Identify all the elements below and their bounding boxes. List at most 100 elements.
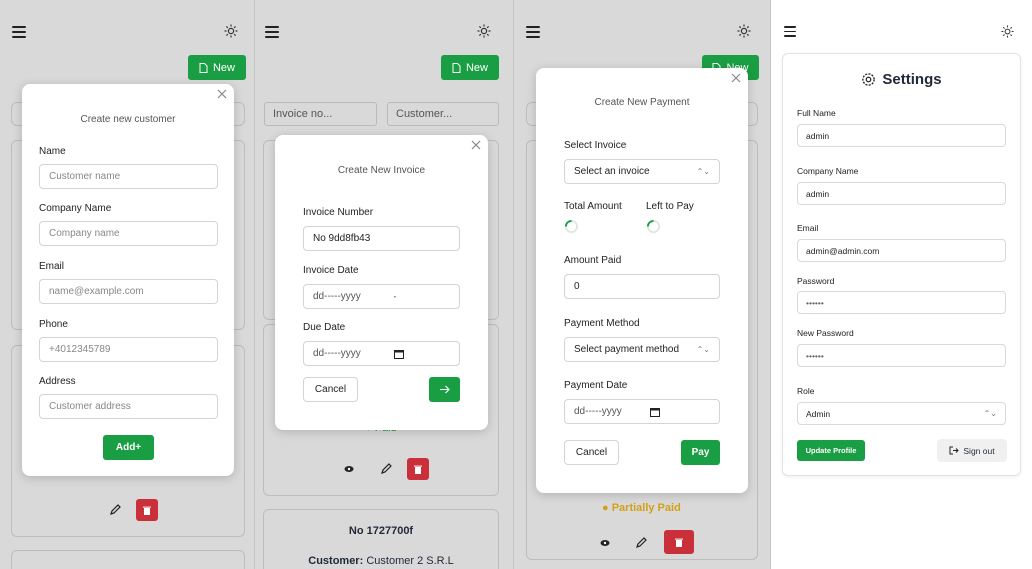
file-icon (452, 62, 461, 73)
modal-title: Create new customer (80, 114, 176, 125)
calendar-icon[interactable] (394, 349, 404, 359)
eye-icon[interactable] (338, 458, 360, 480)
payment-method-dropdown[interactable]: Select payment method ⌃⌄ (564, 337, 720, 362)
menu-icon[interactable] (265, 26, 279, 38)
card-customer-label: Customer: (308, 555, 364, 567)
full-name-input[interactable]: admin (797, 124, 1006, 147)
chevron-updown-icon: ⌃⌄ (983, 409, 997, 418)
new-button[interactable]: New (441, 55, 499, 80)
company-name-input[interactable]: admin (797, 182, 1006, 205)
company-name-label: Company Name (39, 203, 112, 214)
sign-out-label: Sign out (963, 445, 995, 456)
update-profile-button[interactable]: Update Profile (797, 440, 865, 461)
sun-icon[interactable] (1001, 25, 1014, 38)
payment-method-value: Select payment method (574, 344, 680, 355)
invoices-panel: New Invoice no... Customer... ● Paid No … (255, 0, 513, 569)
modal-title: Create New Payment (594, 97, 690, 108)
invoice-date-label: Invoice Date (303, 265, 359, 276)
menu-icon[interactable] (526, 26, 540, 38)
close-icon[interactable] (470, 139, 482, 151)
edit-icon[interactable] (104, 499, 126, 521)
edit-icon[interactable] (375, 458, 397, 480)
page-title: Settings (882, 71, 942, 88)
sun-icon[interactable] (737, 24, 751, 38)
due-date-label: Due Date (303, 322, 346, 333)
email-label: Email (797, 223, 819, 233)
select-invoice-label: Select Invoice (564, 140, 627, 151)
invoice-date-value: dd-----yyyy (313, 291, 361, 302)
create-payment-modal: Create New Payment Select Invoice Select… (536, 68, 748, 493)
left-to-pay-label: Left to Pay (646, 201, 694, 212)
new-button-label: New (212, 61, 235, 74)
invoice-number-input[interactable]: No 9dd8fb43 (303, 226, 460, 251)
menu-icon[interactable] (784, 26, 796, 37)
cancel-button[interactable]: Cancel (303, 377, 358, 402)
add-customer-button[interactable]: Add+ (103, 435, 154, 460)
company-name-label: Company Name (797, 166, 859, 176)
name-input[interactable]: Customer name (39, 164, 218, 189)
new-password-label: New Password (797, 328, 854, 338)
modal-title: Create New Invoice (337, 165, 426, 176)
payment-method-label: Payment Method (564, 318, 640, 329)
select-invoice-dropdown[interactable]: Select an invoice ⌃⌄ (564, 159, 720, 184)
email-label: Email (39, 261, 65, 272)
phone-label: Phone (39, 319, 68, 330)
chevron-updown-icon: ⌃⌄ (696, 345, 710, 354)
password-label: Password (797, 276, 835, 286)
password-input[interactable]: •••••• (797, 291, 1006, 314)
gear-icon (862, 73, 876, 86)
email-input[interactable]: admin@admin.com (797, 239, 1006, 262)
create-invoice-modal: Create New Invoice Invoice Number No 9dd… (275, 135, 488, 430)
arrow-right-icon (440, 385, 450, 394)
pay-button[interactable]: Pay (681, 440, 720, 465)
amount-paid-label: Amount Paid (564, 255, 622, 266)
company-name-input[interactable]: Company name (39, 221, 218, 246)
select-invoice-value: Select an invoice (574, 166, 650, 177)
close-icon[interactable] (730, 72, 742, 84)
calendar-icon[interactable] (650, 407, 660, 417)
customer-card (11, 550, 245, 569)
invoice-date-input[interactable]: dd-----yyyy (303, 284, 460, 309)
status-text: ● Partially Paid (602, 502, 681, 514)
cancel-button[interactable]: Cancel (564, 440, 619, 465)
customer-filter-input[interactable]: Customer... (387, 102, 499, 126)
delete-button[interactable] (136, 499, 158, 521)
next-button[interactable] (429, 377, 460, 402)
delete-button[interactable] (407, 458, 429, 480)
payment-date-label: Payment Date (564, 380, 628, 391)
address-label: Address (39, 376, 76, 387)
new-password-input[interactable]: •••••• (797, 344, 1006, 367)
email-input[interactable]: name@example.com (39, 279, 218, 304)
name-label: Name (39, 146, 66, 157)
role-dropdown[interactable]: Admin ⌃⌄ (797, 402, 1006, 425)
new-button-label: New (465, 61, 488, 74)
address-input[interactable]: Customer address (39, 394, 218, 419)
card-invoice-number: No 1727700f (348, 525, 414, 537)
calendar-icon[interactable] (394, 292, 404, 302)
role-label: Role (797, 386, 815, 396)
sign-out-button[interactable]: Sign out (937, 439, 1007, 462)
menu-icon[interactable] (12, 26, 26, 38)
invoice-filter-input[interactable]: Invoice no... (264, 102, 377, 126)
card-customer: Customer: Customer 2 S.R.L (255, 555, 507, 567)
eye-icon[interactable] (594, 532, 616, 554)
amount-paid-input[interactable]: 0 (564, 274, 720, 299)
sun-icon[interactable] (477, 24, 491, 38)
loading-spinner-icon (564, 219, 579, 234)
sun-icon[interactable] (224, 24, 238, 38)
payment-date-input[interactable]: dd-----yyyy (564, 399, 720, 424)
edit-icon[interactable] (630, 532, 652, 554)
card-customer-value: Customer 2 S.R.L (366, 555, 454, 567)
new-button[interactable]: New (188, 55, 246, 80)
due-date-value: dd-----yyyy (313, 348, 361, 359)
delete-button[interactable] (664, 530, 694, 554)
due-date-input[interactable]: dd-----yyyy (303, 341, 460, 366)
chevron-updown-icon: ⌃⌄ (696, 167, 710, 176)
file-icon (199, 62, 208, 73)
settings-header: Settings (783, 71, 1020, 88)
sign-out-icon (949, 446, 960, 455)
trash-icon (675, 538, 683, 547)
status-label: Partially Paid (611, 502, 681, 514)
phone-input[interactable]: +4012345789 (39, 337, 218, 362)
close-icon[interactable] (216, 88, 228, 100)
